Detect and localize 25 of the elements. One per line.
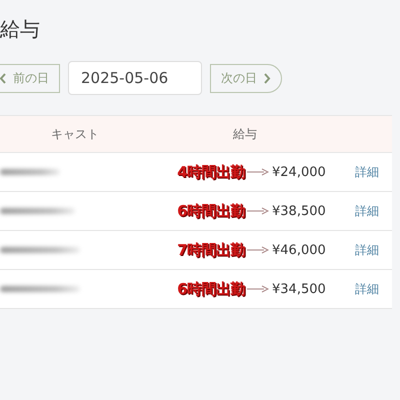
salary-amount: ¥24,000 [272,164,327,180]
details-link[interactable]: 詳細 [355,280,379,298]
shift-annotation: 6時間出勤 [177,280,245,298]
salary-amount: ¥46,000 [272,242,327,258]
details-link[interactable]: 詳細 [355,242,379,258]
redacted-name [0,169,60,175]
arrow-icon [247,168,269,176]
details-link[interactable]: 詳細 [355,202,379,220]
salary-amount: ¥34,500 [272,282,327,296]
shift-annotation: 6時間出勤 [177,202,245,220]
chevron-right-icon [263,72,271,84]
shift-annotation: 7時間出勤 [177,240,245,260]
salary-amount: ¥38,500 [272,204,327,218]
date-field[interactable]: 2025-05-06 [68,61,202,95]
details-link[interactable]: 詳細 [355,164,379,180]
next-day-button[interactable]: 次の日 [210,64,282,92]
column-header: キャスト [51,126,99,142]
arrow-icon [247,207,269,215]
chevron-left-icon [0,72,7,84]
arrow-icon [247,246,269,254]
page-title: 給与 [0,16,40,42]
arrow-icon [247,285,269,293]
previous-day-button[interactable]: 前の日 [0,64,60,92]
shift-annotation: 4時間出勤 [177,162,245,182]
column-header: 給与 [233,126,257,142]
